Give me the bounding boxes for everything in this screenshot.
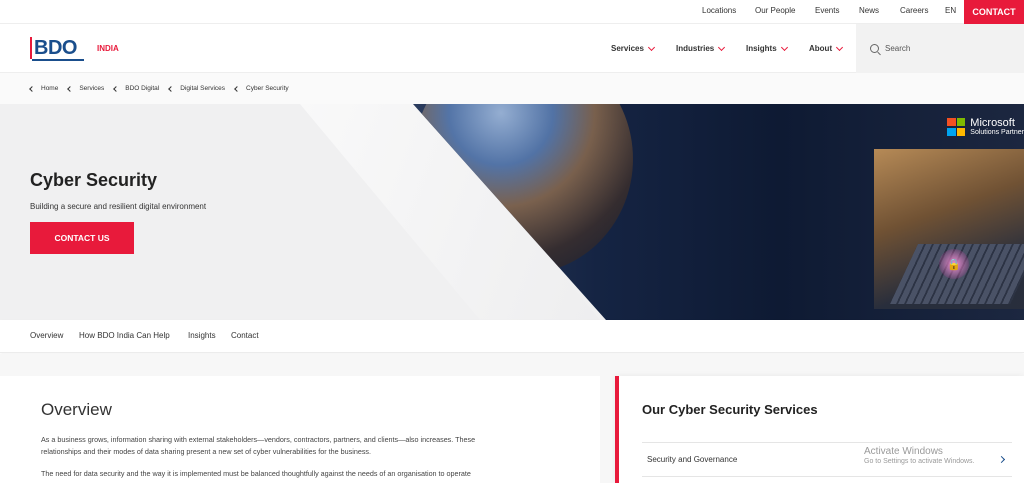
- contact-button[interactable]: CONTACT: [964, 0, 1024, 24]
- breadcrumb-label: BDO Digital: [125, 85, 160, 92]
- nav-insights[interactable]: Insights: [746, 43, 788, 53]
- breadcrumb-label: Home: [41, 85, 59, 92]
- microsoft-partner-badge: Microsoft Solutions Partner: [947, 118, 1024, 136]
- search-icon: [870, 44, 879, 53]
- link-events[interactable]: Events: [815, 6, 839, 15]
- bdo-logo[interactable]: BDO: [30, 37, 84, 61]
- overview-paragraph: As a business grows, information sharing…: [41, 435, 476, 444]
- hero-banner: 🔒 Microsoft Solutions Partner Cyber Secu…: [0, 104, 1024, 320]
- search-placeholder: Search: [885, 44, 911, 53]
- nav-label: About: [809, 44, 833, 53]
- nav-about[interactable]: About: [809, 43, 844, 53]
- breadcrumb-current: Cyber Security: [234, 85, 289, 92]
- breadcrumb-label: Services: [79, 85, 105, 92]
- breadcrumb-services[interactable]: Services: [67, 85, 105, 92]
- subnav-insights[interactable]: Insights: [188, 331, 216, 340]
- page-subtitle: Building a secure and resilient digital …: [30, 202, 207, 211]
- chevron-right-icon: [997, 455, 1006, 464]
- link-news[interactable]: News: [859, 6, 879, 15]
- breadcrumb: Home Services BDO Digital Digital Servic…: [0, 73, 1024, 104]
- page-subnav: Overview How BDO India Can Help Insights…: [0, 320, 1024, 353]
- breadcrumb-bdo-digital[interactable]: BDO Digital: [113, 85, 160, 92]
- utility-bar: Locations Our People Events News Careers…: [0, 0, 1024, 24]
- breadcrumb-label: Cyber Security: [246, 85, 289, 92]
- logo-text: BDO: [34, 37, 77, 59]
- subnav-how-bdo-can-help[interactable]: How BDO India Can Help: [79, 331, 170, 340]
- main-header: BDO INDIA Services Industries Insights A…: [0, 24, 1024, 73]
- breadcrumb-digital-services[interactable]: Digital Services: [168, 85, 226, 92]
- services-title: Our Cyber Security Services: [642, 402, 818, 417]
- watermark-line1: Activate Windows: [864, 446, 943, 457]
- windows-activation-watermark: Activate Windows Go to Settings to activ…: [864, 446, 975, 466]
- logo-bar: [30, 37, 32, 59]
- services-panel: Our Cyber Security Services Security and…: [615, 376, 1024, 483]
- nav-label: Insights: [746, 44, 777, 53]
- accent-bar: [615, 376, 619, 483]
- overview-paragraph: relationships and their modes of data sh…: [41, 447, 372, 456]
- chevron-down-icon: [718, 43, 726, 51]
- badge-line1: Microsoft: [970, 117, 1015, 129]
- page-title: Cyber Security: [30, 170, 158, 190]
- country-label: INDIA: [97, 44, 119, 53]
- nav-industries[interactable]: Industries: [676, 43, 726, 53]
- chevron-down-icon: [836, 43, 844, 51]
- chevron-left-icon: [234, 85, 240, 92]
- nav-services[interactable]: Services: [611, 43, 655, 53]
- chevron-down-icon: [780, 43, 788, 51]
- chevron-left-icon: [113, 85, 120, 92]
- watermark-line2: Go to Settings to activate Windows.: [864, 458, 975, 465]
- breadcrumb-label: Digital Services: [180, 85, 226, 92]
- contact-us-button[interactable]: CONTACT US: [30, 222, 134, 254]
- chevron-down-icon: [647, 43, 655, 51]
- search-input[interactable]: Search: [856, 24, 1024, 73]
- overview-paragraph: The need for data security and the way i…: [41, 469, 471, 478]
- nav-label: Industries: [676, 44, 715, 53]
- language-selector[interactable]: EN: [945, 6, 956, 15]
- link-our-people[interactable]: Our People: [755, 6, 795, 15]
- badge-line2: Solutions Partner: [970, 129, 1024, 136]
- breadcrumb-home[interactable]: Home: [29, 85, 59, 92]
- link-careers[interactable]: Careers: [900, 6, 928, 15]
- overview-section: [0, 376, 600, 483]
- nav-label: Services: [611, 44, 644, 53]
- chevron-left-icon: [29, 85, 35, 92]
- chevron-left-icon: [168, 85, 175, 92]
- subnav-overview[interactable]: Overview: [30, 331, 63, 340]
- link-locations[interactable]: Locations: [702, 6, 736, 15]
- subnav-contact[interactable]: Contact: [231, 331, 259, 340]
- service-item-label: Security and Governance: [647, 455, 738, 464]
- overview-title: Overview: [41, 400, 112, 419]
- chevron-left-icon: [67, 85, 74, 92]
- logo-underline: [32, 59, 84, 61]
- microsoft-logo-icon: [947, 118, 966, 136]
- lock-icon: 🔒: [939, 249, 969, 279]
